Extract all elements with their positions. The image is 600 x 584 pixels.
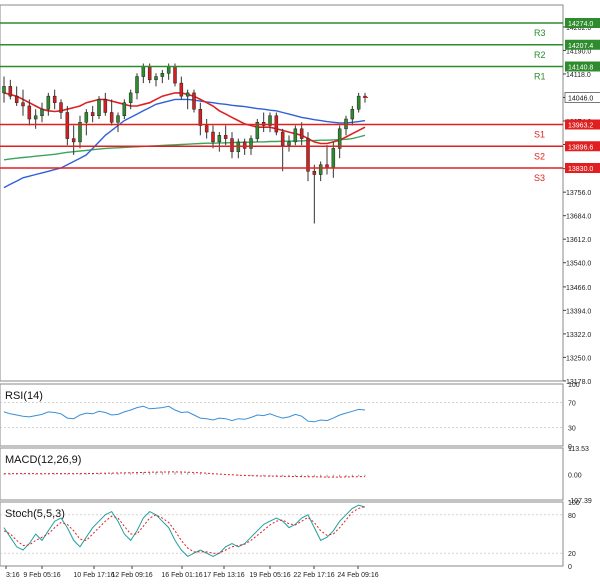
candle-body (217, 135, 222, 143)
candle-body (160, 73, 165, 77)
candle-body (192, 92, 196, 110)
candle-body (166, 66, 171, 74)
candle-body (223, 135, 228, 139)
candle-body (122, 102, 127, 116)
candle-body (84, 112, 89, 123)
candle-body (90, 112, 95, 116)
indicator-tick-label: 80 (568, 513, 576, 520)
candle-body (21, 102, 25, 107)
indicator-frame (0, 501, 564, 567)
indicator-tick-label: 30 (568, 425, 576, 432)
price-tick-label: 13684.0 (566, 214, 591, 221)
price-tick-label: 13394.0 (566, 308, 591, 315)
time-tick-label: 24 Feb 09:16 (337, 572, 378, 579)
candle-body (97, 99, 101, 116)
candle-body (8, 86, 13, 97)
candle-body (318, 164, 323, 175)
candle-body (299, 128, 304, 139)
candle-body (147, 66, 152, 81)
time-tick-label: 10 Feb 17:16 (73, 572, 114, 579)
candle-body (179, 82, 184, 97)
macd-panel: 113.530.00-107.39MACD(12,26,9) (0, 446, 592, 505)
time-axis: 3:16 9 Feb 05:16 10 Feb 17:1612 Feb 09:16 1… (5, 566, 379, 579)
candle-body (287, 141, 291, 146)
time-tick-label: 3:16 (6, 572, 20, 579)
candle-body (356, 95, 361, 110)
price-tick-label: 14118.0 (566, 72, 591, 79)
time-tick-label: 16 Feb 01:16 (161, 572, 202, 579)
indicator-tick-label: 20 (568, 551, 576, 558)
candle-body (141, 66, 146, 77)
rsi-panel: 10070300RSI(14) (0, 382, 580, 451)
candle-body (293, 128, 298, 143)
level-price-label: 14274.0 (568, 21, 593, 28)
indicator-frame (0, 383, 564, 447)
price-tick-label: 13250.0 (566, 355, 591, 362)
level-name-label: R1 (534, 72, 546, 82)
level-price-label: 14140.8 (568, 65, 593, 72)
price-tick-label: 13466.0 (566, 285, 591, 292)
indicator-tick-label: 0.00 (568, 473, 582, 480)
candle-body (331, 148, 336, 169)
candle-body (350, 108, 355, 120)
candle-body (211, 131, 215, 143)
candle-body (40, 108, 44, 116)
price-tick-label: 13756.0 (566, 190, 591, 197)
candle-body (33, 115, 38, 120)
candle-body (242, 141, 247, 149)
candle-body (14, 95, 19, 103)
candle-body (306, 138, 310, 172)
candle-body (46, 95, 51, 110)
candle-body (71, 138, 76, 143)
level-name-label: S1 (534, 130, 545, 140)
stoch-panel: 100 80 20 0 Stoch(5,5,3) (0, 500, 580, 571)
candle-body (198, 108, 203, 126)
level-price-label: 13830.0 (568, 166, 593, 173)
time-tick-label: 12 Feb 09:16 (111, 572, 152, 579)
current-price-label: 14046.0 (568, 95, 593, 102)
time-tick-label: 22 Feb 17:16 (293, 572, 334, 579)
price-panel: 14262.014190.014118.014046.013974.013902… (0, 4, 600, 386)
candle-body (312, 171, 317, 175)
time-tick-label: 17 Feb 13:16 (203, 572, 244, 579)
level-name-label: S2 (534, 151, 545, 161)
level-price-label: 13963.2 (568, 123, 593, 130)
candle-body (230, 138, 234, 152)
price-tick-label: 13322.0 (566, 332, 591, 339)
candle-body (59, 102, 63, 113)
candle-body (173, 66, 177, 84)
price-tick-label: 13612.0 (566, 237, 591, 244)
trading-chart: 14262.014190.014118.014046.013974.013902… (0, 4, 600, 579)
indicator-tick-label: 100 (568, 382, 580, 389)
indicator-tick-label: 113.53 (568, 446, 589, 453)
candle-body (135, 76, 139, 94)
candle-body (154, 76, 158, 81)
candle-body (109, 112, 114, 123)
time-tick-label: 9 Feb 05:16 (23, 572, 60, 579)
level-name-label: R3 (534, 28, 546, 38)
candle-body (204, 125, 209, 133)
time-tick-label: 19 Feb 05:16 (249, 572, 290, 579)
indicator-title: RSI(14) (5, 390, 43, 402)
level-name-label: S3 (534, 173, 545, 183)
candle-body (280, 131, 285, 146)
indicator-title: Stoch(5,5,3) (5, 508, 65, 520)
indicator-tick-label: 70 (568, 401, 576, 408)
price-tick-label: 13540.0 (566, 261, 591, 268)
candle-body (103, 99, 108, 113)
candle-body (116, 115, 120, 123)
candle-body (27, 105, 32, 120)
candle-body (52, 95, 57, 103)
candle-body (128, 92, 133, 103)
price-plot-frame (0, 4, 564, 382)
indicator-tick-label: 100 (568, 500, 580, 507)
level-name-label: R2 (534, 50, 546, 60)
candle-body (2, 86, 6, 94)
level-price-label: 13896.6 (568, 144, 593, 151)
candle-body (185, 92, 190, 97)
candle-body (65, 112, 70, 139)
indicator-title: MACD(12,26,9) (5, 454, 81, 466)
indicator-tick-label: 0 (568, 564, 572, 571)
level-price-label: 14207.4 (568, 43, 593, 50)
